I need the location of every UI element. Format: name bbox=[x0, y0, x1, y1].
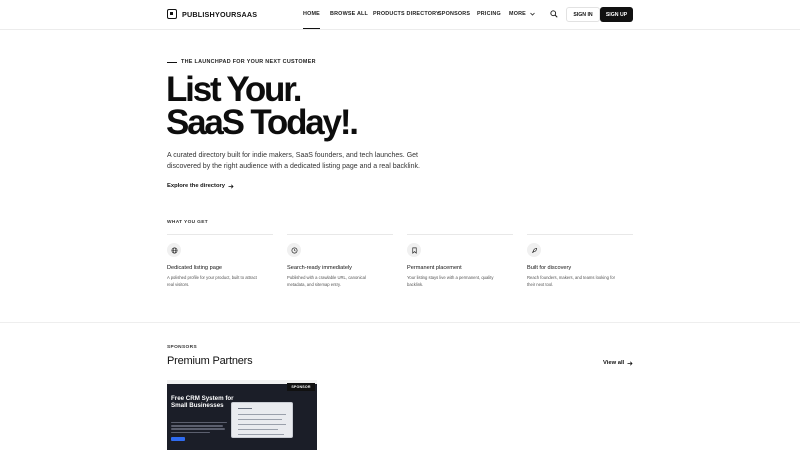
rocket-icon bbox=[527, 243, 541, 257]
clock-icon bbox=[287, 243, 301, 257]
feature-description: Published with a crawlable URL, canonica… bbox=[287, 275, 366, 287]
premium-partners-title: Premium Partners bbox=[167, 355, 253, 367]
sponsor-card-cta bbox=[171, 437, 185, 441]
sponsor-card-text-lines bbox=[171, 422, 227, 435]
nav-more-label: MORE bbox=[509, 11, 526, 17]
sign-in-button[interactable]: SIGN IN bbox=[566, 7, 600, 22]
feature-card: Built for discovery Reach founders, make… bbox=[527, 234, 633, 287]
section-divider bbox=[0, 322, 800, 323]
feature-description: A polished profile for your product, bui… bbox=[167, 275, 257, 287]
feature-title: Dedicated listing page bbox=[167, 265, 223, 271]
chevron-down-icon bbox=[529, 12, 535, 16]
arrow-right-icon bbox=[228, 183, 234, 189]
sign-up-button[interactable]: SIGN UP bbox=[600, 7, 633, 22]
feature-title: Search-ready immediately bbox=[287, 265, 352, 271]
sponsor-card-image: Free CRM System for Small Businesses bbox=[167, 384, 317, 450]
nav-sponsors[interactable]: SPONSORS bbox=[438, 11, 470, 17]
feature-description: Your listing stays live with a permanent… bbox=[407, 275, 494, 287]
features-label: WHAT YOU GET bbox=[167, 220, 209, 225]
hero-description: A curated directory built for indie make… bbox=[167, 152, 420, 170]
feature-description: Reach founders, makers, and teams lookin… bbox=[527, 275, 615, 287]
arrow-right-icon bbox=[627, 360, 633, 366]
nav-pricing[interactable]: PRICING bbox=[477, 11, 501, 17]
feature-title: Permanent placement bbox=[407, 265, 462, 271]
site-header: PUBLISHYOURSAAS HOME BROWSE ALL PRODUCTS… bbox=[0, 0, 800, 30]
eyebrow-text: THE LAUNCHPAD FOR YOUR NEXT CUSTOMER bbox=[181, 59, 316, 65]
explore-label: Explore the directory bbox=[167, 183, 225, 189]
hero-title-line1: List Your. bbox=[166, 70, 302, 109]
bookmark-icon bbox=[407, 243, 421, 257]
hero-title: List Your. SaaS Today!. bbox=[166, 70, 359, 142]
logo-text: PUBLISHYOURSAAS bbox=[182, 9, 258, 19]
nav-browse-all[interactable]: BROWSE ALL bbox=[330, 11, 368, 17]
globe-icon bbox=[167, 243, 181, 257]
hero-eyebrow: THE LAUNCHPAD FOR YOUR NEXT CUSTOMER bbox=[167, 59, 316, 65]
sponsors-label: SPONSORS bbox=[167, 345, 197, 350]
view-all-label: View all bbox=[603, 360, 625, 366]
eyebrow-divider bbox=[167, 61, 177, 63]
explore-directory-link[interactable]: Explore the directory bbox=[167, 183, 234, 189]
search-icon[interactable] bbox=[550, 10, 558, 18]
sponsor-badge: SPONSOR bbox=[287, 383, 315, 391]
feature-title: Built for discovery bbox=[527, 265, 572, 271]
feature-card: Permanent placement Your listing stays l… bbox=[407, 234, 513, 287]
view-all-link[interactable]: View all bbox=[603, 360, 633, 366]
sponsor-card-screenshot bbox=[231, 402, 293, 438]
hero-title-line2: SaaS Today!. bbox=[166, 103, 359, 142]
nav-more[interactable]: MORE bbox=[509, 11, 535, 17]
feature-card: Search-ready immediately Published with … bbox=[287, 234, 393, 287]
logo[interactable]: PUBLISHYOURSAAS bbox=[167, 9, 257, 19]
feature-card: Dedicated listing page A polished profil… bbox=[167, 234, 273, 287]
nav-home[interactable]: HOME bbox=[303, 11, 320, 30]
logo-icon bbox=[167, 9, 177, 19]
nav-products-directory[interactable]: PRODUCTS DIRECTORY bbox=[373, 11, 440, 17]
